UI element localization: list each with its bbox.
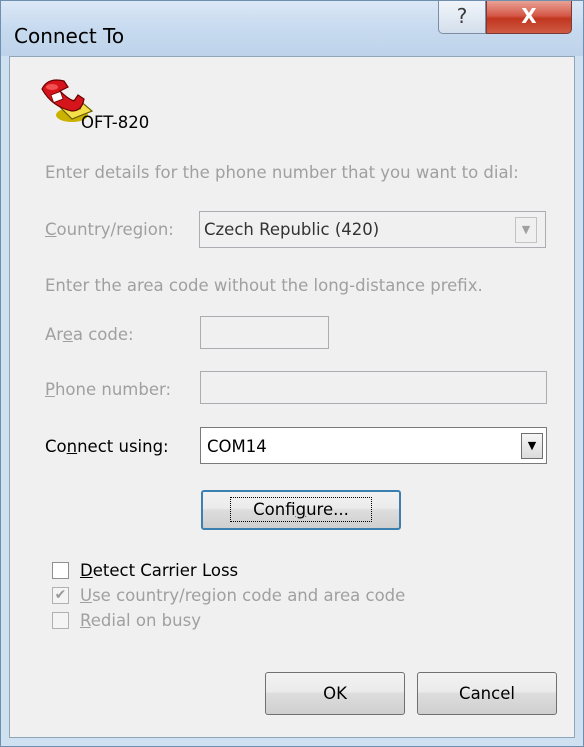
redial-label[interactable]: Redial on busy bbox=[80, 611, 201, 630]
phone-number-field[interactable] bbox=[200, 371, 547, 404]
phone-number-label: Phone number: bbox=[45, 380, 172, 399]
connect-using-value: COM14 bbox=[207, 437, 267, 456]
connect-using-dropdown-button[interactable]: ▼ bbox=[521, 433, 543, 459]
area-code-label: Area code: bbox=[45, 325, 134, 344]
configure-button-label: Configure... bbox=[230, 497, 372, 522]
country-label: Country/region: bbox=[45, 220, 174, 239]
redial-checkbox[interactable] bbox=[52, 612, 69, 629]
area-code-field[interactable] bbox=[200, 316, 329, 349]
help-button[interactable]: ? bbox=[438, 1, 486, 34]
connection-name: OFT-820 bbox=[81, 113, 150, 132]
ok-button[interactable]: OK bbox=[265, 672, 405, 715]
connect-to-dialog: Connect To ? X OFT-820 Enter details for… bbox=[0, 0, 584, 747]
detect-carrier-label[interactable]: Detect Carrier Loss bbox=[80, 561, 238, 580]
area-hint: Enter the area code without the long-dis… bbox=[45, 276, 483, 295]
use-country-code-checkbox[interactable]: ✔ bbox=[52, 587, 69, 604]
connect-using-label: Connect using: bbox=[45, 437, 169, 456]
window-title: Connect To bbox=[14, 24, 125, 48]
detect-carrier-checkbox[interactable] bbox=[52, 562, 69, 579]
country-value: Czech Republic (420) bbox=[204, 220, 380, 239]
close-button[interactable]: X bbox=[486, 1, 572, 34]
country-select[interactable]: Czech Republic (420) ▼ bbox=[199, 211, 546, 248]
title-bar[interactable]: Connect To ? X bbox=[1, 1, 583, 56]
cancel-button[interactable]: Cancel bbox=[417, 672, 557, 715]
connect-using-select[interactable]: COM14 ▼ bbox=[200, 427, 547, 464]
use-country-code-label[interactable]: Use country/region code and area code bbox=[80, 586, 405, 605]
dialog-body: OFT-820 Enter details for the phone numb… bbox=[9, 56, 575, 738]
chevron-down-icon[interactable]: ▼ bbox=[515, 217, 537, 243]
intro-text: Enter details for the phone number that … bbox=[45, 163, 519, 182]
configure-button[interactable]: Configure... bbox=[201, 490, 401, 530]
